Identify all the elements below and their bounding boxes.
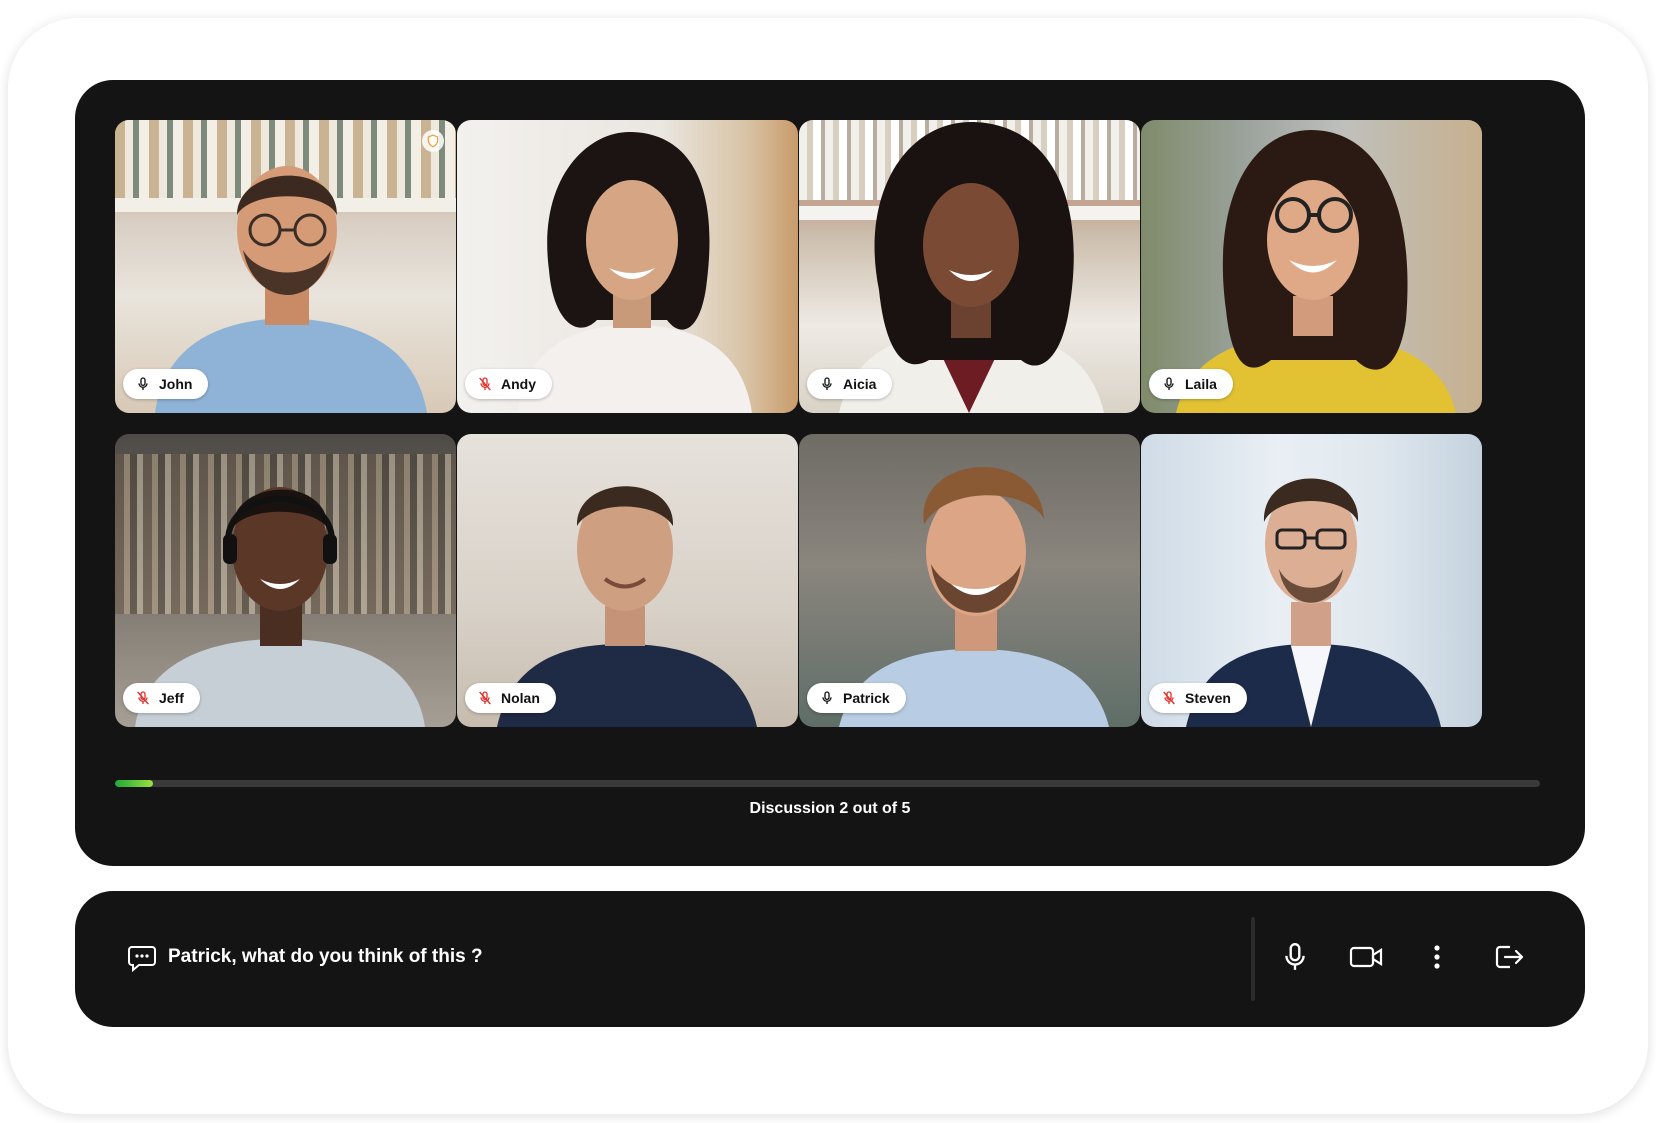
video-tile-nolan[interactable]: Nolan <box>457 434 798 727</box>
video-tile-laila[interactable]: Laila <box>1141 120 1482 413</box>
more-options-button[interactable] <box>1415 937 1459 981</box>
video-tile-jeff[interactable]: Jeff <box>115 434 456 727</box>
video-tile-steven[interactable]: Steven <box>1141 434 1482 727</box>
more-vertical-icon <box>1433 944 1441 975</box>
mic-icon <box>819 376 835 392</box>
participant-label: Patrick <box>807 683 906 713</box>
mic-icon <box>819 690 835 706</box>
mic-icon <box>135 376 151 392</box>
shield-icon <box>422 130 444 152</box>
participant-label: Nolan <box>465 683 556 713</box>
participant-name: Aicia <box>843 376 877 392</box>
participant-name: Steven <box>1185 690 1231 706</box>
leave-call-button[interactable] <box>1487 937 1531 981</box>
participant-label: Steven <box>1149 683 1247 713</box>
video-stage: John Andy Aicia Laila Jeff Nolan Patrick… <box>75 80 1585 866</box>
participant-label: Laila <box>1149 369 1233 399</box>
leave-icon <box>1494 943 1524 976</box>
chat-bubble-icon <box>127 943 157 973</box>
participant-label: Andy <box>465 369 552 399</box>
control-bar: Patrick, what do you think of this ? <box>75 891 1585 1027</box>
participant-label: John <box>123 369 209 399</box>
live-caption: Patrick, what do you think of this ? <box>168 946 483 967</box>
participant-name: Laila <box>1185 376 1217 392</box>
participant-label: Aicia <box>807 369 893 399</box>
video-tile-john[interactable]: John <box>115 120 456 413</box>
mic-off-icon <box>1161 690 1177 706</box>
participant-name: Nolan <box>501 690 540 706</box>
mic-icon <box>1161 376 1177 392</box>
mic-icon <box>1282 942 1308 977</box>
progress-fill <box>115 780 154 787</box>
mic-off-icon <box>477 376 493 392</box>
video-tile-andy[interactable]: Andy <box>457 120 798 413</box>
video-tile-aicia[interactable]: Aicia <box>799 120 1140 413</box>
mic-off-icon <box>477 690 493 706</box>
divider <box>1251 917 1255 1001</box>
discussion-progress-bar <box>115 780 1540 787</box>
camera-icon <box>1349 945 1383 974</box>
participant-name: Patrick <box>843 690 890 706</box>
progress-label: Discussion 2 out of 5 <box>749 800 911 817</box>
video-tile-patrick[interactable]: Patrick <box>799 434 1140 727</box>
participant-name: Andy <box>501 376 536 392</box>
participant-name: John <box>159 376 193 392</box>
camera-button[interactable] <box>1344 937 1388 981</box>
participant-name: Jeff <box>159 690 184 706</box>
mic-off-icon <box>135 690 151 706</box>
participant-label: Jeff <box>123 683 200 713</box>
microphone-button[interactable] <box>1273 937 1317 981</box>
